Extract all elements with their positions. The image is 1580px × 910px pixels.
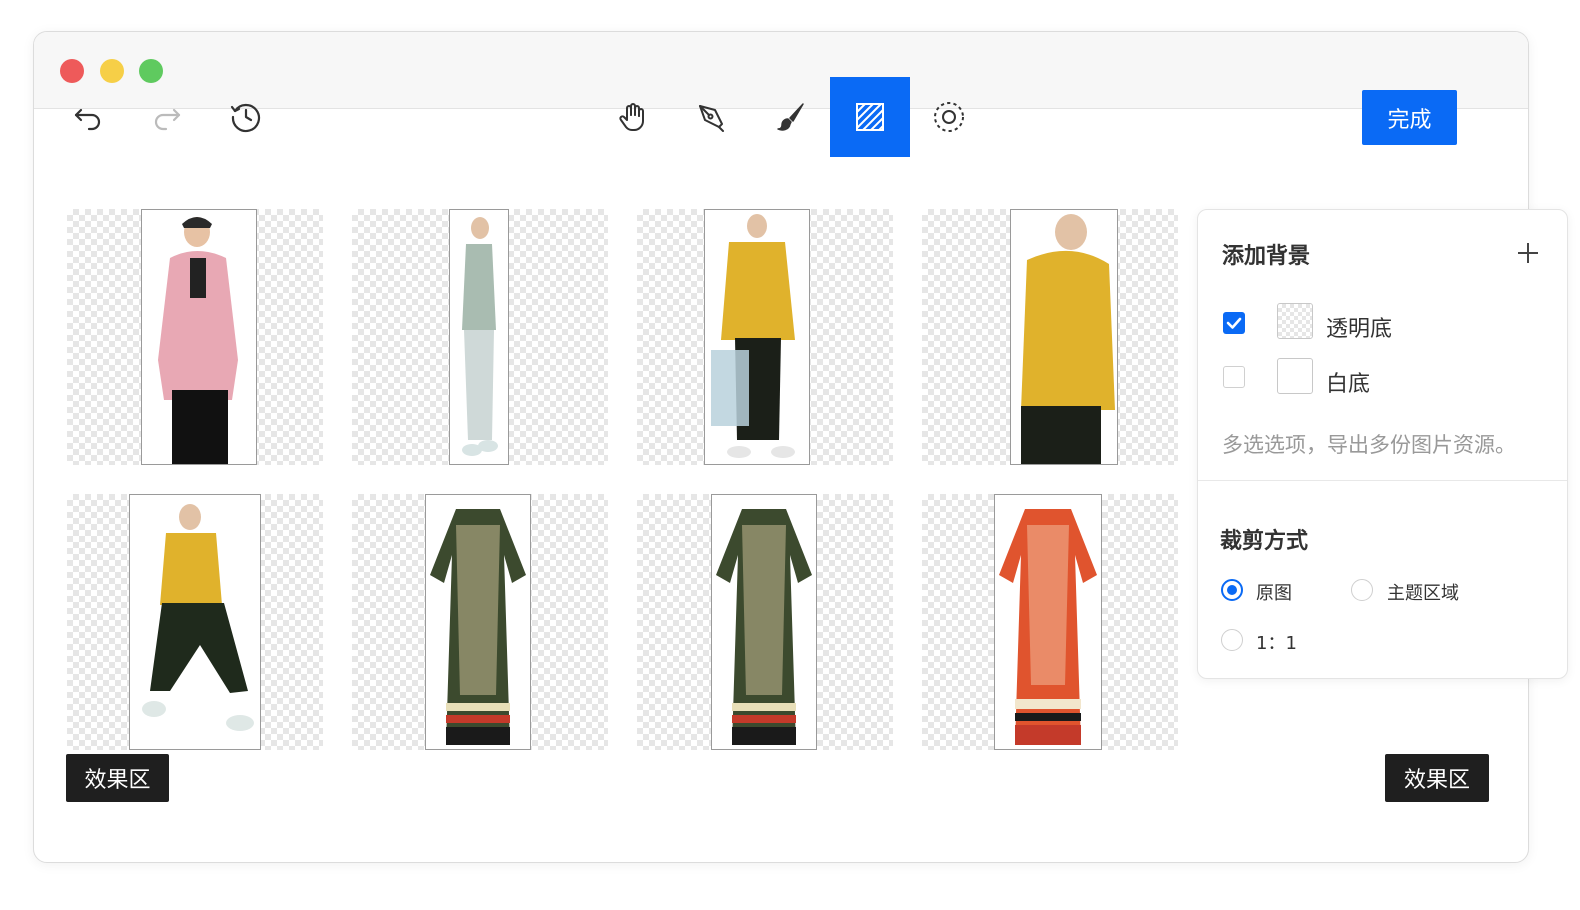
product-image	[994, 494, 1102, 750]
image-tile[interactable]	[352, 494, 608, 750]
settings-tool-button[interactable]	[909, 77, 989, 157]
product-image	[449, 209, 509, 465]
hatch-icon	[856, 103, 884, 131]
effect-area-tag-right: 效果区	[1385, 754, 1489, 802]
undo-button[interactable]	[48, 77, 128, 157]
multi-select-hint: 多选选项，导出多份图片资源。	[1222, 433, 1516, 457]
product-image	[425, 494, 531, 750]
model-silhouette	[711, 214, 795, 458]
white-bg-label: 白底	[1326, 372, 1371, 397]
crop-subject-label: 主题区域	[1387, 583, 1459, 604]
history-icon	[230, 103, 260, 133]
gear-icon	[934, 102, 964, 132]
dress-silhouette	[716, 509, 812, 745]
undo-icon	[74, 108, 101, 131]
crop-original-radio[interactable]	[1221, 579, 1243, 601]
pen-tool-button[interactable]	[672, 77, 752, 157]
settings-panel: 添加背景 透明底 白底 多选选项，导出多份图片资源。 裁剪方式 原图 主题区域 …	[1197, 209, 1568, 679]
white-swatch	[1277, 358, 1313, 394]
brush-icon	[777, 103, 804, 131]
crop-mode-title: 裁剪方式	[1220, 529, 1309, 554]
image-tile[interactable]	[352, 209, 608, 465]
crop-square-label: 1：1	[1256, 633, 1297, 654]
product-image	[704, 209, 810, 465]
check-icon	[1226, 317, 1242, 329]
brush-tool-button[interactable]	[751, 77, 831, 157]
product-image	[129, 494, 261, 750]
divider	[1198, 480, 1567, 481]
product-image	[711, 494, 817, 750]
pen-icon	[699, 105, 724, 132]
hand-tool-button[interactable]	[593, 77, 673, 157]
model-silhouette	[158, 217, 238, 464]
image-tile[interactable]	[637, 494, 893, 750]
crop-square-radio[interactable]	[1221, 629, 1243, 651]
transparent-swatch	[1277, 303, 1313, 339]
transparent-bg-checkbox[interactable]	[1223, 312, 1245, 334]
product-image	[1010, 209, 1118, 465]
erase-background-tool-button[interactable]	[830, 77, 910, 157]
image-tile[interactable]	[67, 209, 323, 465]
image-tile[interactable]	[637, 209, 893, 465]
history-button[interactable]	[206, 77, 286, 157]
model-silhouette	[142, 504, 254, 731]
redo-button[interactable]	[127, 77, 207, 157]
dress-silhouette	[430, 509, 526, 745]
image-tile[interactable]	[922, 494, 1178, 750]
crop-subject-radio[interactable]	[1351, 579, 1373, 601]
transparent-bg-label: 透明底	[1326, 317, 1393, 342]
model-silhouette	[1021, 214, 1115, 464]
done-button[interactable]: 完成	[1362, 90, 1457, 145]
white-bg-checkbox[interactable]	[1223, 366, 1245, 388]
product-image	[141, 209, 257, 465]
dress-silhouette	[999, 509, 1097, 745]
model-silhouette	[462, 217, 498, 456]
image-tile[interactable]	[67, 494, 323, 750]
add-background-title: 添加背景	[1222, 244, 1311, 269]
effect-area-tag-left: 效果区	[66, 754, 169, 802]
plus-icon[interactable]	[1513, 238, 1543, 268]
crop-original-label: 原图	[1256, 583, 1292, 604]
image-tile[interactable]	[922, 209, 1178, 465]
hand-icon	[619, 103, 644, 131]
redo-icon	[154, 108, 181, 131]
